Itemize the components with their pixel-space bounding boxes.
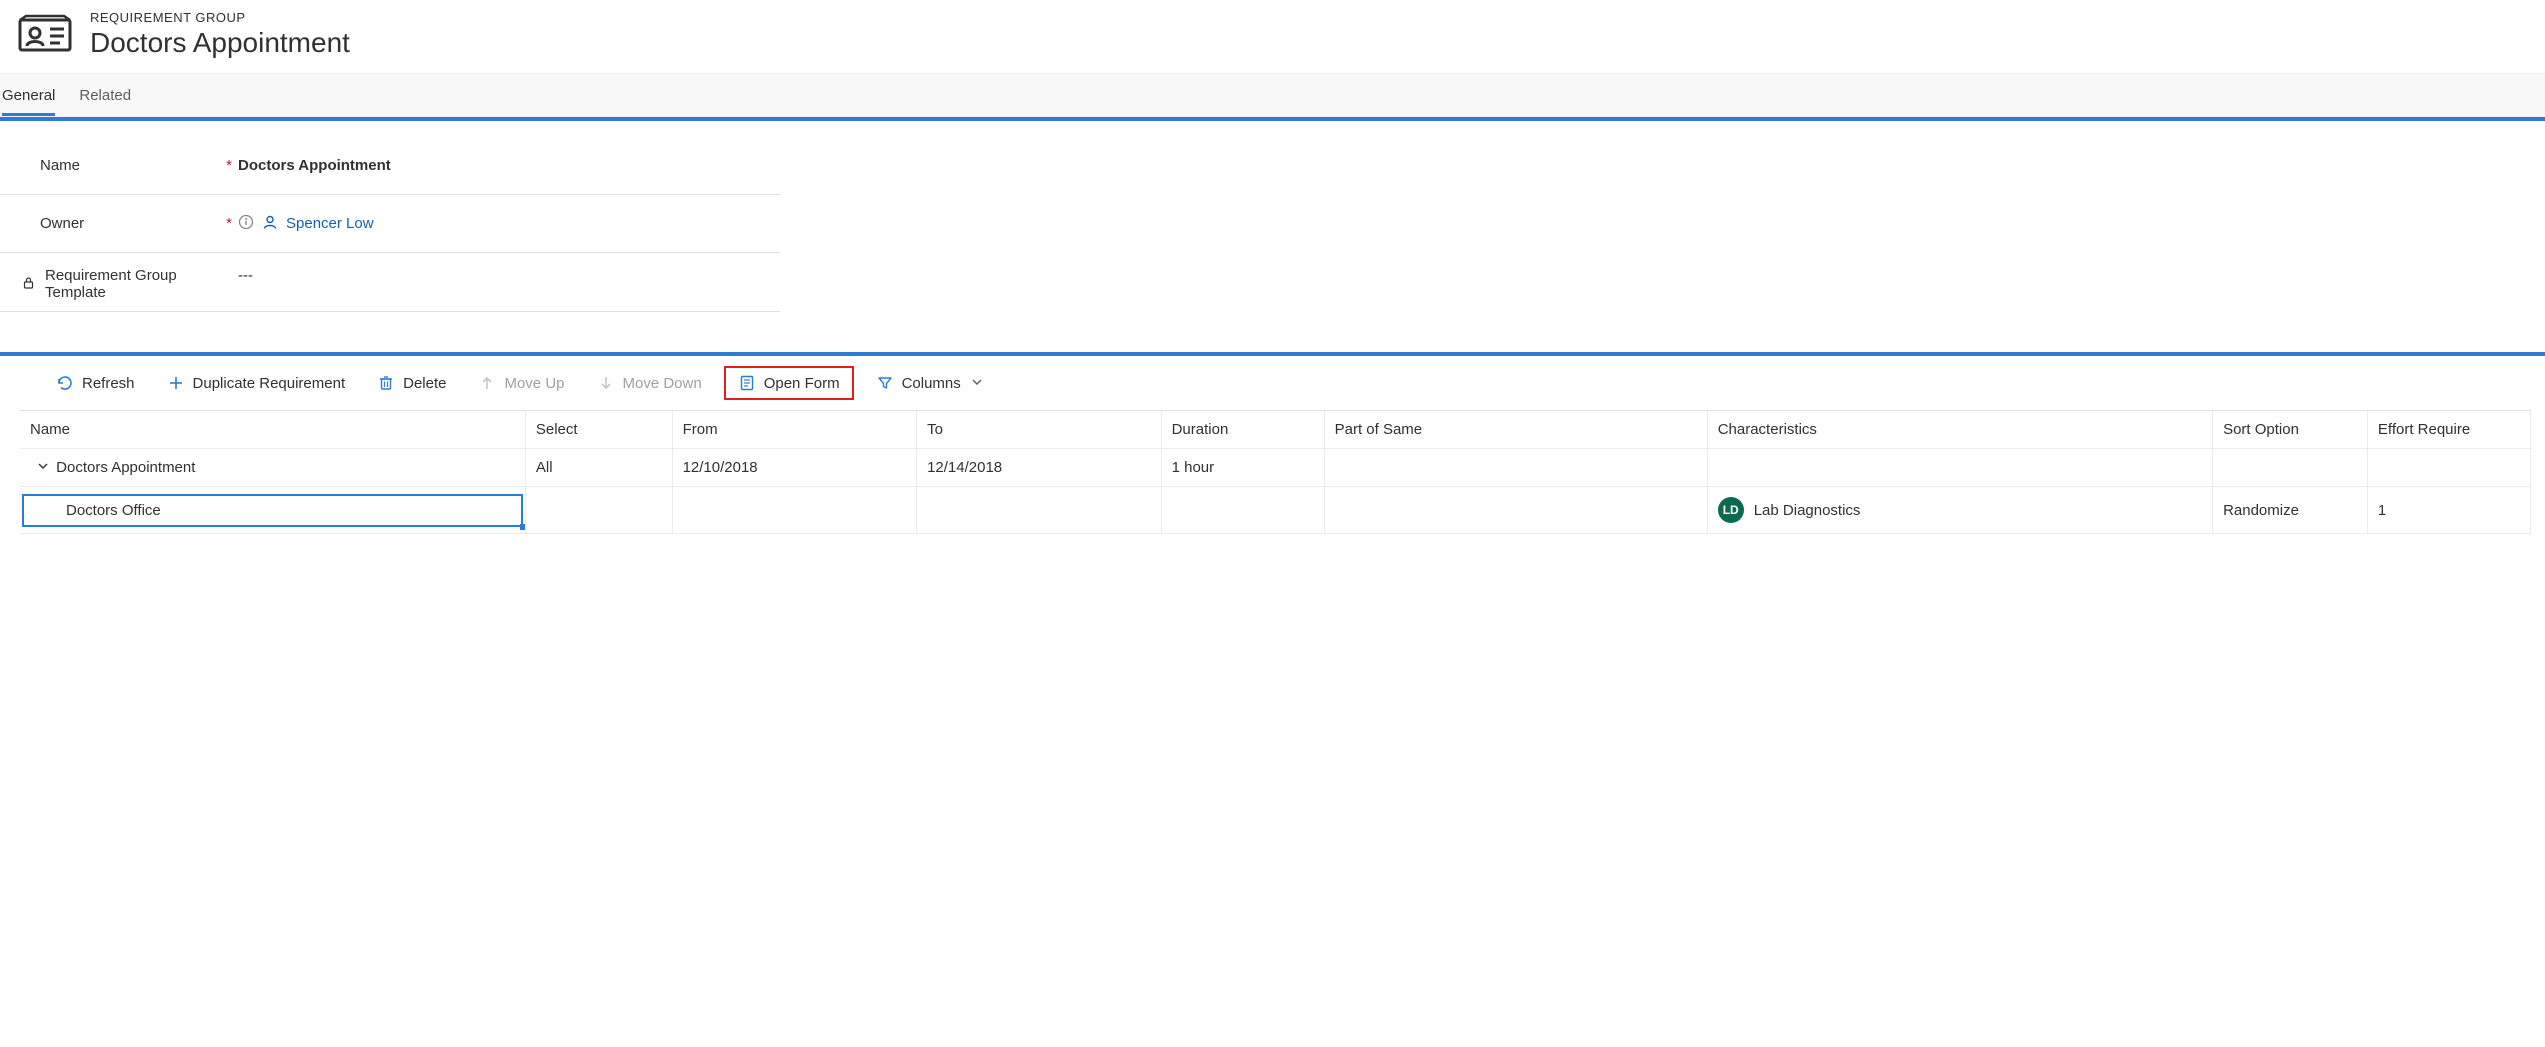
- page-title: Doctors Appointment: [90, 27, 350, 59]
- page-header: REQUIREMENT GROUP Doctors Appointment: [0, 0, 2545, 73]
- field-template: Requirement Group Template ---: [0, 253, 780, 312]
- cell-duration[interactable]: 1 hour: [1161, 449, 1324, 487]
- grid-row[interactable]: Doctors Office LD Lab Diagnostics: [20, 487, 2531, 534]
- cell-part-of-same[interactable]: [1324, 449, 1707, 487]
- duplicate-button[interactable]: Duplicate Requirement: [161, 370, 352, 396]
- characteristic-text: Lab Diagnostics: [1754, 502, 1861, 519]
- col-header-effort-required[interactable]: Effort Require: [2367, 411, 2530, 449]
- cell-sort-option[interactable]: [2213, 449, 2368, 487]
- field-owner-label: Owner: [40, 215, 220, 232]
- cell-select[interactable]: All: [525, 449, 672, 487]
- owner-link[interactable]: Spencer Low: [286, 215, 374, 232]
- arrow-up-icon: [478, 374, 496, 392]
- columns-button[interactable]: Columns: [870, 370, 989, 396]
- col-header-select[interactable]: Select: [525, 411, 672, 449]
- field-owner-value[interactable]: Spencer Low: [238, 214, 374, 234]
- entity-type-label: REQUIREMENT GROUP: [90, 10, 350, 25]
- col-header-part-of-same[interactable]: Part of Same: [1324, 411, 1707, 449]
- required-marker: *: [220, 215, 238, 232]
- arrow-down-icon: [597, 374, 615, 392]
- move-up-button: Move Up: [472, 370, 570, 396]
- refresh-icon: [56, 374, 74, 392]
- entity-icon: [18, 14, 72, 56]
- cell-characteristics[interactable]: [1707, 449, 2212, 487]
- delete-button[interactable]: Delete: [371, 370, 452, 396]
- field-template-value: ---: [238, 267, 253, 284]
- col-header-duration[interactable]: Duration: [1161, 411, 1324, 449]
- tab-general[interactable]: General: [2, 74, 55, 116]
- cell-name[interactable]: Doctors Office: [20, 487, 525, 534]
- tab-bar: General Related: [0, 73, 2545, 117]
- field-name[interactable]: Name * Doctors Appointment: [0, 137, 780, 195]
- required-marker: *: [220, 157, 238, 174]
- field-name-value[interactable]: Doctors Appointment: [238, 157, 391, 174]
- move-down-button: Move Down: [591, 370, 708, 396]
- requirements-grid: Name Select From To Duration Part of Sam…: [20, 410, 2531, 534]
- grid-row[interactable]: Doctors Appointment All 12/10/2018 12/14…: [20, 449, 2531, 487]
- cell-part-of-same[interactable]: [1324, 487, 1707, 534]
- chevron-down-icon: [971, 375, 983, 392]
- col-header-name[interactable]: Name: [20, 411, 525, 449]
- characteristic-badge: LD: [1718, 497, 1744, 523]
- refresh-button[interactable]: Refresh: [50, 370, 141, 396]
- cell-effort-required[interactable]: [2367, 449, 2530, 487]
- filter-icon: [876, 374, 894, 392]
- cell-duration[interactable]: [1161, 487, 1324, 534]
- cell-from[interactable]: [672, 487, 917, 534]
- subgrid-toolbar: Refresh Duplicate Requirement Delete Mov…: [0, 356, 2545, 410]
- person-icon: [262, 214, 278, 234]
- field-owner[interactable]: Owner * Spencer Low: [0, 195, 780, 253]
- field-template-label: Requirement Group Template: [40, 267, 220, 301]
- col-header-sort-option[interactable]: Sort Option: [2213, 411, 2368, 449]
- subgrid-section: Refresh Duplicate Requirement Delete Mov…: [0, 352, 2545, 534]
- open-form-button[interactable]: Open Form: [728, 370, 850, 396]
- lock-icon: [22, 276, 35, 293]
- field-name-label: Name: [40, 157, 220, 174]
- tab-related[interactable]: Related: [79, 74, 131, 116]
- cell-sort-option[interactable]: Randomize: [2213, 487, 2368, 534]
- cell-select[interactable]: [525, 487, 672, 534]
- cell-effort-required[interactable]: 1: [2367, 487, 2530, 534]
- form-section-general: Name * Doctors Appointment Owner * Spenc…: [0, 117, 2545, 342]
- col-header-to[interactable]: To: [917, 411, 1162, 449]
- cell-to[interactable]: [917, 487, 1162, 534]
- cell-characteristics[interactable]: LD Lab Diagnostics: [1707, 487, 2212, 534]
- info-icon: [238, 214, 254, 234]
- plus-icon: [167, 374, 185, 392]
- cell-to[interactable]: 12/14/2018: [917, 449, 1162, 487]
- trash-icon: [377, 374, 395, 392]
- col-header-characteristics[interactable]: Characteristics: [1707, 411, 2212, 449]
- cell-name[interactable]: Doctors Appointment: [20, 449, 525, 487]
- caret-expanded-icon[interactable]: [34, 459, 52, 476]
- grid-header-row: Name Select From To Duration Part of Sam…: [20, 411, 2531, 449]
- col-header-from[interactable]: From: [672, 411, 917, 449]
- cell-from[interactable]: 12/10/2018: [672, 449, 917, 487]
- form-icon: [738, 374, 756, 392]
